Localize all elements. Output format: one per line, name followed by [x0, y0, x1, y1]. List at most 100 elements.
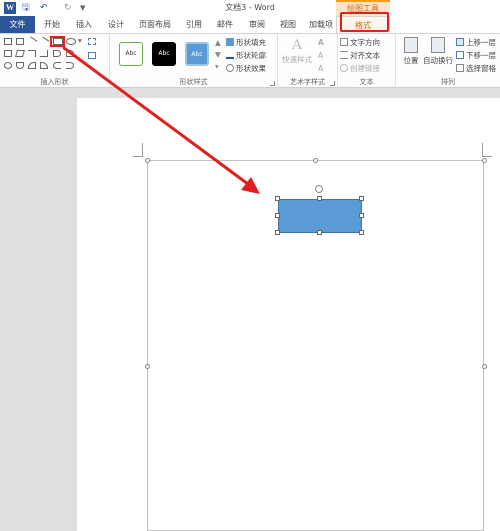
text-direction-button[interactable]: 文字方向	[340, 37, 380, 48]
link-icon	[340, 64, 348, 72]
title-bar: W 🖫 ↶ ↻ ▼ 文档3 - Word 绘图工具	[0, 0, 500, 16]
position-button[interactable]: 位置	[398, 37, 424, 66]
ribbon: ▾ 插入形状 Abc Abc Abc ▲ ▼ ▾ 形状填充 形状轮廓 形状效果 …	[0, 33, 500, 88]
shape-handle-left[interactable]	[275, 213, 280, 218]
group-text: 文字方向 对齐文本 创建链接 文本	[338, 34, 396, 88]
shape-style-sample-1[interactable]: Abc	[119, 42, 143, 66]
group-arrange: 位置 自动换行 上移一层 下移一层 选择窗格 排列	[396, 34, 500, 88]
wave-shape-icon[interactable]	[40, 62, 48, 69]
text-outline-icon[interactable]: A	[318, 51, 323, 60]
rounded-rect-shape-icon[interactable]	[4, 50, 12, 57]
right-brace-shape-icon[interactable]	[66, 62, 74, 69]
wrap-text-label: 自动换行	[423, 56, 453, 65]
canvas-handle-right[interactable]	[482, 364, 487, 369]
selection-pane-label: 选择窗格	[466, 64, 496, 73]
shape-fill-button[interactable]: 形状填充	[226, 37, 266, 48]
tab-mailings[interactable]: 邮件	[213, 16, 237, 33]
shape-effects-label: 形状效果	[236, 64, 266, 73]
crop-mark-top-right	[482, 143, 492, 157]
tab-view[interactable]: 视图	[276, 16, 300, 33]
quick-styles-button[interactable]: A 快速样式	[281, 37, 313, 65]
edit-shape-icon[interactable]	[88, 38, 96, 45]
oval-shape-icon[interactable]	[66, 38, 76, 45]
shape-handle-top[interactable]	[317, 196, 322, 201]
position-icon	[404, 37, 418, 53]
group-label-shape-styles: 形状样式	[179, 78, 208, 86]
tab-file[interactable]: 文件	[0, 16, 35, 33]
line-shape-icon[interactable]	[26, 36, 38, 47]
heart-shape-icon[interactable]	[4, 62, 12, 69]
shape-style-sample-2[interactable]: Abc	[152, 42, 176, 66]
parallelogram-shape-icon[interactable]	[15, 50, 25, 57]
tab-home[interactable]: 开始	[40, 16, 64, 33]
group-label-wordart: 艺术字样式	[290, 78, 325, 86]
shape-handle-bottom[interactable]	[317, 230, 322, 235]
shape-handle-bl[interactable]	[275, 230, 280, 235]
shapes-more-icon[interactable]: ▾	[78, 36, 82, 45]
shape-outline-label: 形状轮廓	[236, 51, 266, 60]
position-label: 位置	[403, 56, 419, 65]
styles-scroll-up-icon[interactable]: ▲	[215, 38, 221, 47]
canvas-handle-left[interactable]	[145, 364, 150, 369]
paint-bucket-icon	[226, 38, 234, 46]
tab-addins[interactable]: 加载项	[306, 16, 336, 33]
vertical-textbox-shape-icon[interactable]	[16, 38, 24, 45]
brace-shape-icon[interactable]	[53, 62, 61, 69]
styles-more-icon[interactable]: ▾	[215, 62, 219, 71]
rotate-handle-icon[interactable]	[315, 185, 323, 193]
pen-outline-icon	[226, 51, 234, 59]
shape-handle-tl[interactable]	[275, 196, 280, 201]
shape-styles-launcher-icon[interactable]	[270, 81, 275, 86]
align-text-button[interactable]: 对齐文本	[340, 50, 380, 61]
shape-style-sample-3[interactable]: Abc	[185, 42, 209, 66]
canvas-handle-tl[interactable]	[145, 158, 150, 163]
arc-shape-icon[interactable]	[66, 50, 74, 57]
ribbon-tab-row: 文件 开始 插入 设计 页面布局 引用 邮件 审阅 视图 加载项 格式	[0, 16, 500, 33]
bring-forward-label: 上移一层	[466, 38, 496, 47]
textbox-shape-icon[interactable]	[4, 38, 12, 45]
tab-design[interactable]: 设计	[104, 16, 128, 33]
shape-fill-label: 形状填充	[236, 38, 266, 47]
text-direction-label: 文字方向	[350, 38, 380, 47]
text-fill-icon[interactable]: A	[318, 38, 324, 47]
shape-effects-button[interactable]: 形状效果	[226, 63, 266, 74]
curve-shape-icon[interactable]	[53, 50, 61, 57]
quick-styles-label: 快速样式	[282, 55, 312, 64]
group-label-text: 文本	[359, 78, 374, 86]
selection-pane-button[interactable]: 选择窗格	[456, 63, 496, 74]
text-effects-icon[interactable]: A	[318, 64, 323, 73]
styles-scroll-down-icon[interactable]: ▼	[215, 50, 221, 59]
shape-handle-br[interactable]	[359, 230, 364, 235]
create-link-label: 创建链接	[350, 64, 380, 73]
canvas-handle-tr[interactable]	[482, 158, 487, 163]
shape-handle-tr[interactable]	[359, 196, 364, 201]
group-label-insert-shapes: 插入形状	[40, 78, 69, 86]
freeform-shape-icon[interactable]	[16, 62, 24, 69]
tab-references[interactable]: 引用	[182, 16, 206, 33]
send-backward-label: 下移一层	[466, 51, 496, 60]
rectangle-shape[interactable]	[278, 199, 362, 233]
wrap-text-button[interactable]: 自动换行	[422, 37, 454, 66]
scribble-shape-icon[interactable]	[28, 62, 36, 69]
wordart-launcher-icon[interactable]	[330, 81, 335, 86]
arrow-line-shape-icon[interactable]	[38, 36, 50, 47]
tab-insert[interactable]: 插入	[72, 16, 96, 33]
tab-page-layout[interactable]: 页面布局	[135, 16, 175, 33]
effects-icon	[226, 64, 234, 72]
shape-handle-right[interactable]	[359, 213, 364, 218]
group-wordart-styles: A 快速样式 A A A 艺术字样式	[278, 34, 338, 88]
rectangle-shape-highlight-box	[50, 36, 65, 47]
draw-textbox-icon[interactable]	[88, 52, 96, 59]
bring-forward-button[interactable]: 上移一层	[456, 37, 496, 48]
elbow-arrow-shape-icon[interactable]	[40, 50, 48, 57]
bring-forward-icon	[456, 38, 464, 46]
group-label-arrange: 排列	[441, 78, 455, 86]
tab-review[interactable]: 审阅	[245, 16, 269, 33]
send-backward-button[interactable]: 下移一层	[456, 50, 496, 61]
shape-outline-button[interactable]: 形状轮廓	[226, 50, 266, 61]
group-shape-styles: Abc Abc Abc ▲ ▼ ▾ 形状填充 形状轮廓 形状效果 形状样式	[110, 34, 278, 88]
elbow-connector-shape-icon[interactable]	[28, 50, 36, 57]
create-link-button[interactable]: 创建链接	[340, 63, 380, 74]
canvas-handle-top[interactable]	[313, 158, 318, 163]
document-title: 文档3 - Word	[225, 3, 275, 12]
